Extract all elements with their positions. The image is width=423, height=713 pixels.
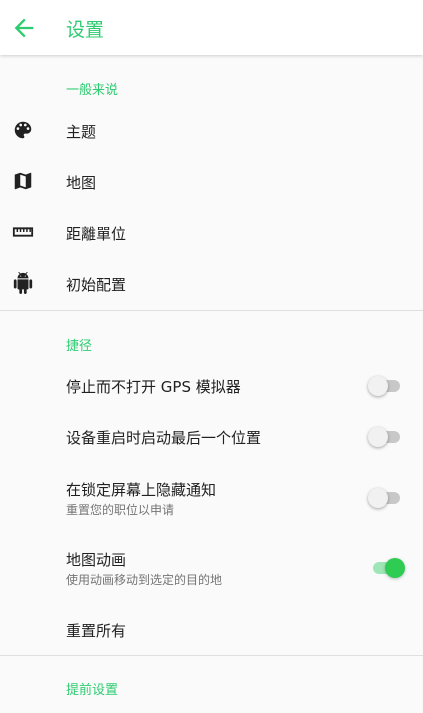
section-divider [0, 310, 423, 311]
settings-item-hide-notification[interactable]: 在锁定屏幕上隐藏通知 重置您的职位以申请 [0, 470, 423, 526]
switch-thumb [385, 558, 405, 578]
settings-item-label: 距離單位 [66, 225, 127, 243]
android-icon [13, 272, 33, 294]
section-divider [0, 655, 423, 656]
settings-item-label: 初始配置 [66, 276, 127, 294]
settings-item-label: 停止而不打开 GPS 模拟器 [66, 378, 241, 396]
settings-item-start-last-location[interactable]: 设备重启时启动最后一个位置 [0, 414, 423, 460]
toggle-switch[interactable] [368, 376, 402, 396]
section-title-general: 一般来说 [66, 83, 119, 98]
palette-icon [14, 121, 32, 139]
settings-item-label: 重置所有 [66, 622, 127, 640]
switch-thumb [368, 427, 388, 447]
map-icon [14, 172, 32, 190]
settings-item-label: 在锁定屏幕上隐藏通知 [66, 481, 217, 499]
switch-thumb [368, 376, 388, 396]
settings-item-initial-config[interactable]: 初始配置 [0, 261, 423, 307]
settings-item-map-animation[interactable]: 地图动画 使用动画移动到选定的目的地 [0, 540, 423, 596]
page-title: 设置 [66, 19, 105, 41]
switch-thumb [368, 488, 388, 508]
settings-item-label: 设备重启时启动最后一个位置 [66, 429, 262, 447]
toggle-switch[interactable] [368, 427, 402, 447]
toggle-switch[interactable] [368, 488, 402, 508]
settings-item-map[interactable]: 地图 [0, 159, 423, 205]
settings-item-label: 主题 [66, 123, 97, 141]
settings-item-label: 地图 [66, 174, 97, 192]
settings-item-subtitle: 使用动画移动到选定的目的地 [66, 573, 223, 587]
toggle-switch[interactable] [372, 558, 405, 578]
app-bar: 设置 [0, 0, 423, 55]
settings-item-theme[interactable]: 主题 [0, 108, 423, 154]
back-button[interactable] [10, 14, 38, 42]
section-title-advanced: 提前设置 [66, 683, 119, 698]
arrow-left-icon [14, 18, 34, 38]
settings-item-reset-all[interactable]: 重置所有 [0, 607, 423, 653]
section-title-shortcuts: 捷径 [66, 339, 93, 354]
settings-item-subtitle: 重置您的职位以申请 [66, 503, 175, 517]
settings-item-distance-unit[interactable]: 距離單位 [0, 210, 423, 256]
ruler-icon [12, 227, 34, 237]
settings-item-label: 地图动画 [66, 551, 127, 569]
settings-item-stop-without-gps[interactable]: 停止而不打开 GPS 模拟器 [0, 363, 423, 409]
